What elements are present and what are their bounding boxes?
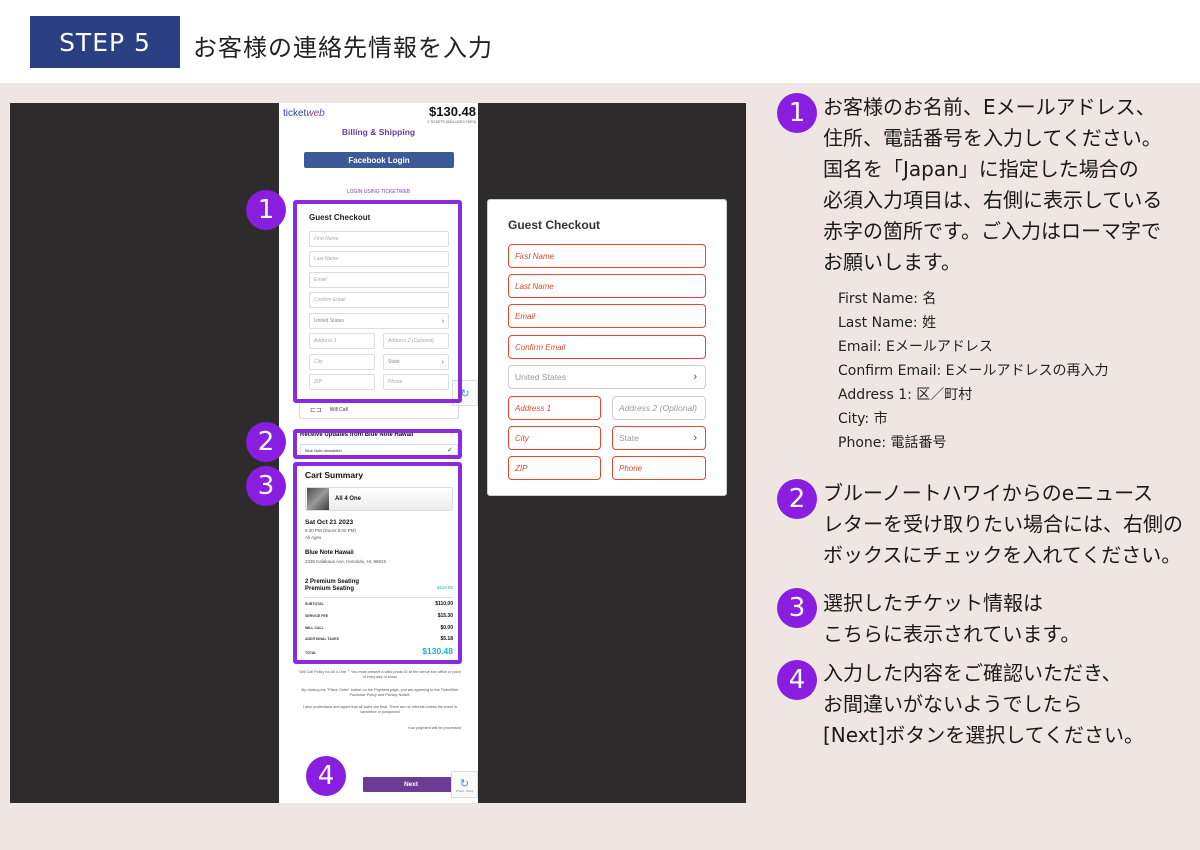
- order-total-sub: 2 TICKETS (INCLUDES FEES): [427, 120, 476, 124]
- instruction-2: ブルーノートハワイからのeニュース レターを受け取りたい場合には、右側の ボックスに…: [823, 481, 1183, 567]
- card-city-field[interactable]: City: [508, 426, 601, 450]
- callout-2: 2: [246, 422, 286, 462]
- card-country-select[interactable]: United States ›: [508, 365, 706, 389]
- highlight-box-1: [293, 200, 462, 403]
- will-call-policy: Will Call Policy for All 4 One "" You mu…: [299, 670, 461, 680]
- recaptcha-badge[interactable]: ↻ Privacy - Terms: [451, 771, 478, 798]
- chevron-right-icon: ›: [693, 432, 697, 444]
- card-state-select[interactable]: State ›: [612, 426, 706, 450]
- instruction-number-3: 3: [777, 588, 817, 628]
- card-title: Guest Checkout: [508, 218, 601, 232]
- card-phone-field[interactable]: Phone: [612, 456, 706, 480]
- step-badge: STEP 5: [30, 16, 180, 68]
- guest-checkout-card: Guest Checkout First Name Last Name Emai…: [487, 199, 727, 496]
- payment-note: Your payment will be processed: [407, 726, 461, 730]
- callout-1: 1: [246, 190, 286, 230]
- field-mapping-list: First Name: 名 Last Name: 姓 Email: Eメールアドレス…: [838, 291, 1109, 451]
- card-zip-field[interactable]: ZIP: [508, 456, 601, 480]
- callout-4: 4: [306, 756, 346, 796]
- page-title: お客様の連絡先情報を入力: [193, 34, 493, 62]
- purchase-policy-text: By clicking the "Place Order" button on …: [301, 688, 459, 698]
- refund-policy-text: I also understand and agree that all sal…: [302, 705, 457, 715]
- highlight-box-2: [293, 429, 462, 459]
- instruction-1: お客様のお名前、Eメールアドレス、 住所、電話番号を入力してください。 国名を「Ja…: [823, 95, 1163, 274]
- card-address2-field[interactable]: Address 2 (Optional): [612, 396, 706, 420]
- order-total: $130.48: [429, 104, 476, 119]
- card-address1-field[interactable]: Address 1: [508, 396, 601, 420]
- facebook-login-button[interactable]: Facebook Login: [304, 152, 454, 168]
- highlight-box-3: [293, 462, 462, 664]
- card-confirm-email-field[interactable]: Confirm Email: [508, 335, 706, 359]
- login-ticketweb-link[interactable]: LOGIN USING TICKETWEB: [279, 189, 478, 195]
- billing-title: Billing & Shipping: [341, 127, 416, 137]
- next-button[interactable]: Next: [363, 777, 459, 792]
- instruction-3: 選択したチケット情報は こちらに表示されています。: [823, 591, 1081, 646]
- ticketweb-logo: ticketweb: [283, 108, 325, 119]
- instruction-4: 入力した内容をご確認いただき、 お間違いがないようでしたら [Next]ボタンを選択…: [823, 661, 1144, 747]
- instruction-number-1: 1: [777, 93, 817, 133]
- callout-3: 3: [246, 466, 286, 506]
- instruction-number-4: 4: [777, 660, 817, 700]
- card-last-name-field[interactable]: Last Name: [508, 274, 706, 298]
- card-first-name-field[interactable]: First Name: [508, 244, 706, 268]
- instruction-number-2: 2: [777, 479, 817, 519]
- card-email-field[interactable]: Email: [508, 304, 706, 328]
- chevron-right-icon: ›: [693, 371, 697, 383]
- recaptcha-icon: ↻: [459, 777, 470, 790]
- header: STEP 5 お客様の連絡先情報を入力: [0, 0, 1200, 83]
- ticket-icon: ⊏⊐: [310, 406, 322, 414]
